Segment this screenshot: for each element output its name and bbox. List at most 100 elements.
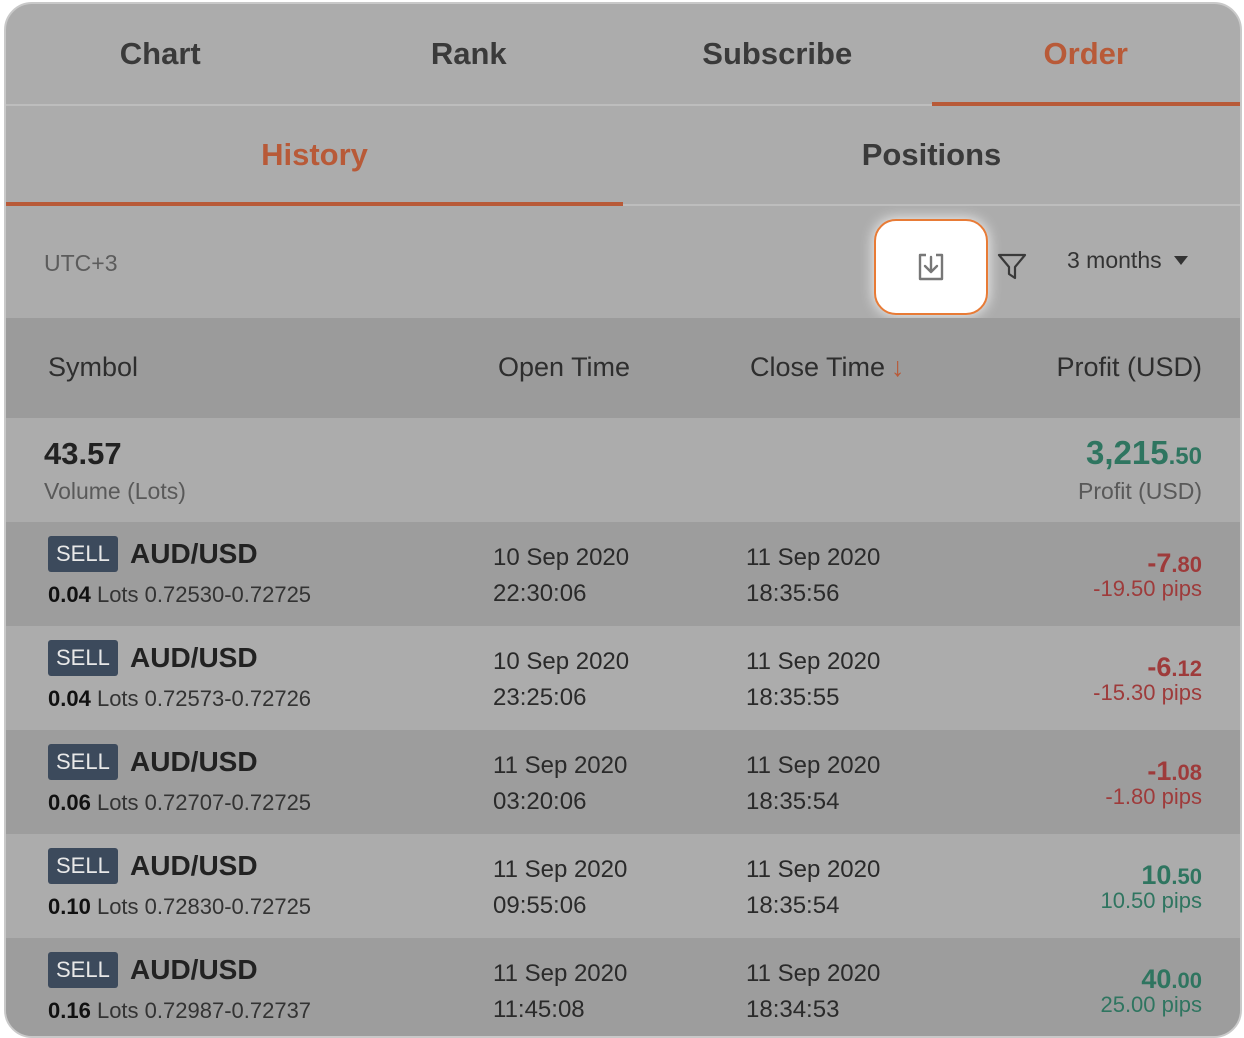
open-time: 11:45:08	[493, 996, 585, 1023]
profit-dec: .00	[1171, 968, 1202, 993]
close-time-cell: 11 Sep 2020 18:35:54	[746, 852, 880, 924]
lots-label: Lots	[96, 998, 139, 1023]
close-time: 18:35:56	[746, 580, 840, 607]
price-range: 0.72987-0.72737	[144, 998, 312, 1023]
table-row[interactable]: SELL AUD/USD 0.16 Lots 0.72987-0.72737 1…	[6, 938, 1240, 1036]
lots-value: 0.04	[48, 686, 91, 711]
lots-info: 0.04 Lots 0.72530-0.72725	[48, 582, 311, 608]
side-badge: SELL	[48, 952, 118, 988]
table-row[interactable]: SELL AUD/USD 0.04 Lots 0.72573-0.72726 1…	[6, 626, 1240, 730]
profit-int: 10	[1141, 860, 1172, 890]
profit-dec: .08	[1171, 760, 1202, 785]
total-profit-dec: .50	[1168, 443, 1202, 470]
profit-dec: .12	[1171, 656, 1202, 681]
order-history-panel: Chart Rank Subscribe Order History Posit…	[4, 2, 1242, 1038]
column-profit[interactable]: Profit (USD)	[1056, 352, 1202, 383]
pips-value: 25.00 pips	[1100, 992, 1202, 1017]
lots-value: 0.10	[48, 894, 91, 919]
timezone-label: UTC+3	[44, 250, 118, 276]
close-time: 18:34:53	[746, 996, 840, 1023]
open-date: 10 Sep 2020	[493, 544, 630, 571]
lots-info: 0.16 Lots 0.72987-0.72737	[48, 998, 311, 1024]
symbol-name: AUD/USD	[130, 746, 258, 777]
profit-value: -6.12	[1147, 652, 1202, 683]
table-row[interactable]: SELL AUD/USD 0.06 Lots 0.72707-0.72725 1…	[6, 730, 1240, 834]
download-button[interactable]	[874, 219, 988, 315]
pips-value: -19.50 pips	[1093, 576, 1202, 601]
filter-icon[interactable]	[996, 250, 1028, 282]
time-range-label: 3 months	[1067, 247, 1162, 273]
lots-label: Lots	[96, 582, 139, 607]
side-badge: SELL	[48, 640, 118, 676]
tab-order[interactable]: Order	[931, 4, 1241, 106]
open-date: 11 Sep 2020	[493, 856, 628, 883]
lots-info: 0.04 Lots 0.72573-0.72726	[48, 686, 311, 712]
profit-dec: .80	[1171, 552, 1202, 577]
top-tab-bar: Chart Rank Subscribe Order	[6, 4, 1240, 106]
side-badge: SELL	[48, 744, 118, 780]
total-volume: 43.57	[44, 436, 122, 471]
tab-positions[interactable]: Positions	[623, 106, 1240, 204]
sort-arrow-down-icon: ↓	[891, 352, 905, 382]
close-time-cell: 11 Sep 2020 18:35:54	[746, 748, 880, 820]
open-date: 11 Sep 2020	[493, 960, 628, 987]
profit-int: -7	[1147, 548, 1172, 578]
open-date: 10 Sep 2020	[493, 648, 630, 675]
column-close-time-label: Close Time	[750, 352, 886, 382]
history-toolbar: UTC+3 3 months	[6, 206, 1240, 318]
profit-int: -1	[1147, 756, 1172, 786]
close-time: 18:35:54	[746, 892, 840, 919]
open-time-cell: 11 Sep 2020 03:20:06	[493, 748, 627, 820]
tab-chart[interactable]: Chart	[6, 4, 315, 104]
pips-value: -15.30 pips	[1093, 680, 1202, 705]
caret-down-icon	[1173, 256, 1188, 265]
table-row[interactable]: SELL AUD/USD 0.10 Lots 0.72830-0.72725 1…	[6, 834, 1240, 938]
symbol-name: AUD/USD	[130, 642, 258, 673]
symbol-name: AUD/USD	[130, 954, 258, 985]
total-profit-label: Profit (USD)	[1078, 478, 1202, 504]
close-date: 11 Sep 2020	[746, 648, 881, 675]
lots-info: 0.06 Lots 0.72707-0.72725	[48, 790, 311, 816]
price-range: 0.72707-0.72725	[144, 790, 312, 815]
open-time-cell: 10 Sep 2020 23:25:06	[493, 644, 629, 716]
profit-value: -7.80	[1147, 548, 1202, 579]
profit-dec: .50	[1171, 864, 1202, 889]
open-time-cell: 11 Sep 2020 09:55:06	[493, 852, 627, 924]
tab-history[interactable]: History	[6, 106, 623, 206]
symbol-name: AUD/USD	[130, 850, 258, 881]
tab-subscribe[interactable]: Subscribe	[623, 4, 932, 104]
download-icon	[918, 253, 944, 281]
total-volume-label: Volume (Lots)	[44, 478, 186, 504]
close-time-cell: 11 Sep 2020 18:35:55	[746, 644, 880, 716]
table-row[interactable]: SELL AUD/USD 0.04 Lots 0.72530-0.72725 1…	[6, 522, 1240, 626]
open-time: 03:20:06	[493, 788, 587, 815]
tab-rank[interactable]: Rank	[315, 4, 624, 104]
lots-value: 0.16	[48, 998, 91, 1023]
open-time-cell: 11 Sep 2020 11:45:08	[493, 956, 627, 1028]
column-symbol[interactable]: Symbol	[48, 352, 138, 383]
total-profit: 3,215.50	[1086, 434, 1202, 472]
sub-tab-bar: History Positions	[6, 106, 1240, 206]
price-range: 0.72830-0.72725	[144, 894, 312, 919]
profit-int: -6	[1147, 652, 1172, 682]
open-time: 22:30:06	[493, 580, 587, 607]
side-badge: SELL	[48, 848, 118, 884]
lots-value: 0.04	[48, 582, 91, 607]
column-close-time[interactable]: Close Time ↓	[750, 352, 905, 383]
lots-value: 0.06	[48, 790, 91, 815]
open-time: 23:25:06	[493, 684, 587, 711]
time-range-dropdown[interactable]: 3 months	[1067, 247, 1188, 274]
close-date: 11 Sep 2020	[746, 544, 881, 571]
open-time-cell: 10 Sep 2020 22:30:06	[493, 540, 629, 612]
close-time: 18:35:55	[746, 684, 840, 711]
summary-row: 43.57 Volume (Lots) 3,215.50 Profit (USD…	[6, 418, 1240, 522]
price-range: 0.72573-0.72726	[144, 686, 312, 711]
total-profit-int: 3,215	[1086, 434, 1169, 471]
lots-label: Lots	[96, 894, 139, 919]
lots-label: Lots	[96, 790, 139, 815]
profit-value: -1.08	[1147, 756, 1202, 787]
table-header: Symbol Open Time Close Time ↓ Profit (USD…	[6, 318, 1240, 418]
profit-int: 40	[1141, 964, 1172, 994]
history-list: SELL AUD/USD 0.04 Lots 0.72530-0.72725 1…	[6, 522, 1240, 1036]
column-open-time[interactable]: Open Time	[498, 352, 630, 383]
